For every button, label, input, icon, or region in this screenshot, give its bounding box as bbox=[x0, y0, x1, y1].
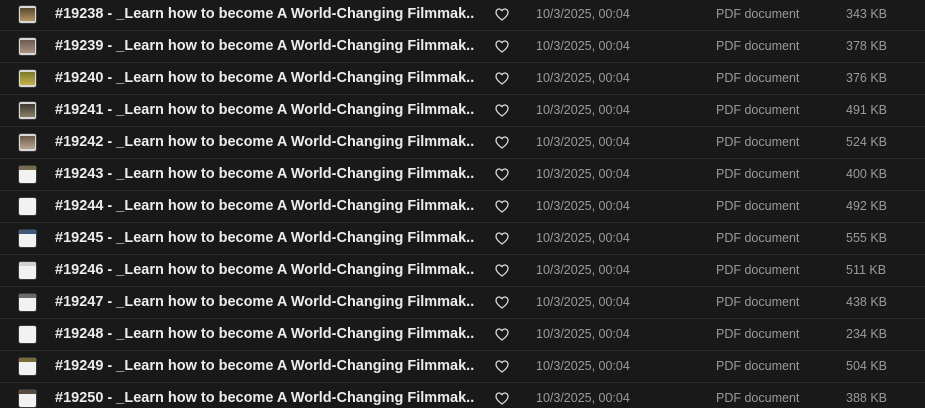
pdf-thumbnail-icon bbox=[19, 134, 36, 151]
file-kind: PDF document bbox=[716, 103, 800, 117]
file-name: #19247 - _Learn how to become A World-Ch… bbox=[55, 294, 475, 310]
file-name: #19243 - _Learn how to become A World-Ch… bbox=[55, 166, 475, 182]
file-size: 378 KB bbox=[846, 39, 888, 53]
file-name: #19250 - _Learn how to become A World-Ch… bbox=[55, 390, 475, 406]
heart-outline-icon[interactable] bbox=[495, 296, 509, 309]
file-size: 234 KB bbox=[846, 327, 888, 341]
file-name: #19242 - _Learn how to become A World-Ch… bbox=[55, 134, 475, 150]
pdf-thumbnail-icon bbox=[19, 38, 36, 55]
file-kind: PDF document bbox=[716, 167, 800, 181]
file-size: 524 KB bbox=[846, 135, 888, 149]
file-kind: PDF document bbox=[716, 295, 800, 309]
file-row[interactable]: #19243 - _Learn how to become A World-Ch… bbox=[0, 159, 925, 191]
heart-outline-icon[interactable] bbox=[495, 264, 509, 277]
file-kind: PDF document bbox=[716, 199, 800, 213]
heart-outline-icon[interactable] bbox=[495, 360, 509, 373]
file-row[interactable]: #19244 - _Learn how to become A World-Ch… bbox=[0, 191, 925, 223]
file-size: 388 KB bbox=[846, 391, 888, 405]
heart-outline-icon[interactable] bbox=[495, 232, 509, 245]
file-name: #19241 - _Learn how to become A World-Ch… bbox=[55, 102, 475, 118]
file-date: 10/3/2025, 00:04 bbox=[536, 167, 630, 181]
pdf-thumbnail-icon bbox=[19, 230, 36, 247]
file-date: 10/3/2025, 00:04 bbox=[536, 263, 630, 277]
file-row[interactable]: #19247 - _Learn how to become A World-Ch… bbox=[0, 287, 925, 319]
pdf-thumbnail-icon bbox=[19, 6, 36, 23]
file-date: 10/3/2025, 00:04 bbox=[536, 135, 630, 149]
file-size: 555 KB bbox=[846, 231, 888, 245]
file-name: #19239 - _Learn how to become A World-Ch… bbox=[55, 38, 475, 54]
file-kind: PDF document bbox=[716, 327, 800, 341]
heart-outline-icon[interactable] bbox=[495, 8, 509, 21]
file-row[interactable]: #19248 - _Learn how to become A World-Ch… bbox=[0, 319, 925, 351]
file-date: 10/3/2025, 00:04 bbox=[536, 39, 630, 53]
file-kind: PDF document bbox=[716, 71, 800, 85]
file-size: 376 KB bbox=[846, 71, 888, 85]
file-size: 438 KB bbox=[846, 295, 888, 309]
pdf-thumbnail-icon bbox=[19, 166, 36, 183]
file-row[interactable]: #19245 - _Learn how to become A World-Ch… bbox=[0, 223, 925, 255]
heart-outline-icon[interactable] bbox=[495, 200, 509, 213]
pdf-thumbnail-icon bbox=[19, 70, 36, 87]
pdf-thumbnail-icon bbox=[19, 102, 36, 119]
heart-outline-icon[interactable] bbox=[495, 104, 509, 117]
file-row[interactable]: #19238 - _Learn how to become A World-Ch… bbox=[0, 0, 925, 31]
file-name: #19249 - _Learn how to become A World-Ch… bbox=[55, 358, 475, 374]
file-date: 10/3/2025, 00:04 bbox=[536, 199, 630, 213]
file-name: #19244 - _Learn how to become A World-Ch… bbox=[55, 198, 475, 214]
heart-outline-icon[interactable] bbox=[495, 328, 509, 341]
file-name: #19248 - _Learn how to become A World-Ch… bbox=[55, 326, 475, 342]
file-kind: PDF document bbox=[716, 7, 800, 21]
file-kind: PDF document bbox=[716, 135, 800, 149]
heart-outline-icon[interactable] bbox=[495, 72, 509, 85]
pdf-thumbnail-icon bbox=[19, 262, 36, 279]
file-row[interactable]: #19249 - _Learn how to become A World-Ch… bbox=[0, 351, 925, 383]
file-row[interactable]: #19241 - _Learn how to become A World-Ch… bbox=[0, 95, 925, 127]
file-name: #19240 - _Learn how to become A World-Ch… bbox=[55, 70, 475, 86]
pdf-thumbnail-icon bbox=[19, 358, 36, 375]
file-date: 10/3/2025, 00:04 bbox=[536, 327, 630, 341]
heart-outline-icon[interactable] bbox=[495, 168, 509, 181]
file-name: #19246 - _Learn how to become A World-Ch… bbox=[55, 262, 475, 278]
heart-outline-icon[interactable] bbox=[495, 392, 509, 405]
file-list: #19238 - _Learn how to become A World-Ch… bbox=[0, 0, 925, 408]
file-row[interactable]: #19242 - _Learn how to become A World-Ch… bbox=[0, 127, 925, 159]
file-size: 491 KB bbox=[846, 103, 888, 117]
file-kind: PDF document bbox=[716, 359, 800, 373]
file-size: 504 KB bbox=[846, 359, 888, 373]
file-row[interactable]: #19239 - _Learn how to become A World-Ch… bbox=[0, 31, 925, 63]
file-size: 343 KB bbox=[846, 7, 888, 21]
file-name: #19238 - _Learn how to become A World-Ch… bbox=[55, 6, 475, 22]
file-kind: PDF document bbox=[716, 391, 800, 405]
file-date: 10/3/2025, 00:04 bbox=[536, 295, 630, 309]
file-row[interactable]: #19250 - _Learn how to become A World-Ch… bbox=[0, 383, 925, 408]
file-date: 10/3/2025, 00:04 bbox=[536, 103, 630, 117]
pdf-thumbnail-icon bbox=[19, 390, 36, 407]
file-kind: PDF document bbox=[716, 231, 800, 245]
file-kind: PDF document bbox=[716, 263, 800, 277]
pdf-thumbnail-icon bbox=[19, 198, 36, 215]
pdf-thumbnail-icon bbox=[19, 294, 36, 311]
file-name: #19245 - _Learn how to become A World-Ch… bbox=[55, 230, 475, 246]
file-kind: PDF document bbox=[716, 39, 800, 53]
file-row[interactable]: #19246 - _Learn how to become A World-Ch… bbox=[0, 255, 925, 287]
file-date: 10/3/2025, 00:04 bbox=[536, 7, 630, 21]
file-size: 511 KB bbox=[846, 263, 887, 277]
file-date: 10/3/2025, 00:04 bbox=[536, 71, 630, 85]
file-size: 400 KB bbox=[846, 167, 888, 181]
file-date: 10/3/2025, 00:04 bbox=[536, 391, 630, 405]
pdf-thumbnail-icon bbox=[19, 326, 36, 343]
heart-outline-icon[interactable] bbox=[495, 40, 509, 53]
file-size: 492 KB bbox=[846, 199, 888, 213]
heart-outline-icon[interactable] bbox=[495, 136, 509, 149]
file-date: 10/3/2025, 00:04 bbox=[536, 359, 630, 373]
file-row[interactable]: #19240 - _Learn how to become A World-Ch… bbox=[0, 63, 925, 95]
file-date: 10/3/2025, 00:04 bbox=[536, 231, 630, 245]
